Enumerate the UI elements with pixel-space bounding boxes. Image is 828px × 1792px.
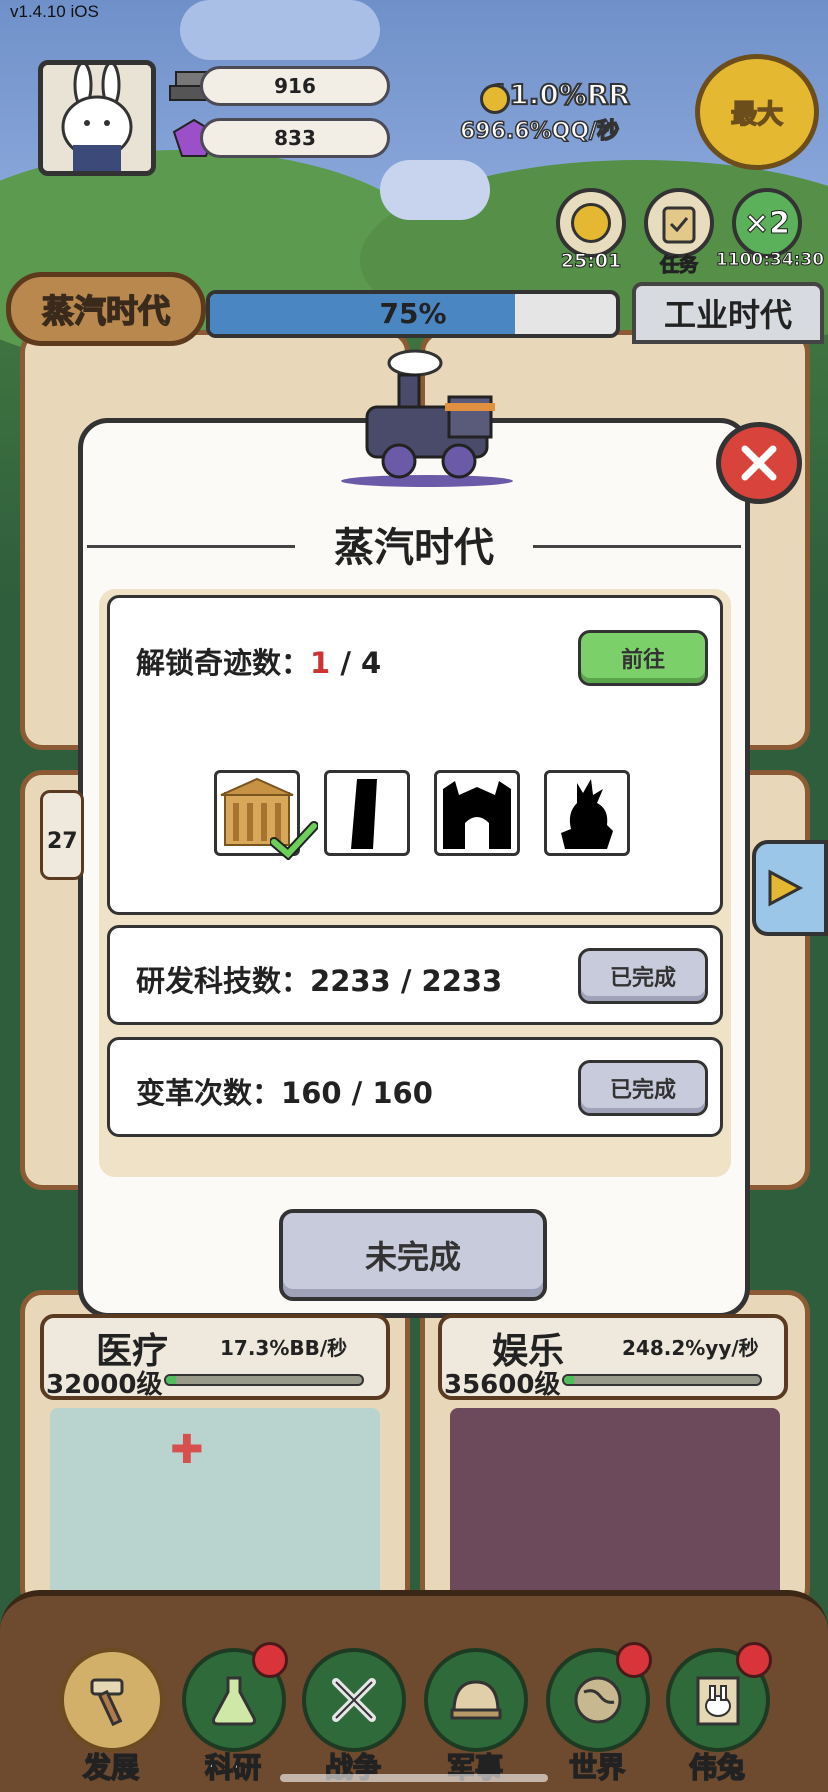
check-icon: [270, 821, 318, 860]
helmet-icon: [450, 1680, 502, 1720]
double-boost-icon: ×2: [743, 205, 790, 241]
boost-timer-label: 1100:34:30: [715, 250, 825, 271]
income-rate-block: 11.0%RR 696.6%QQ/秒: [459, 77, 650, 145]
task-label: 任务: [659, 254, 698, 277]
player-avatar[interactable]: [38, 60, 156, 176]
globe-icon: [574, 1676, 622, 1724]
portrait-icon: [696, 1676, 740, 1726]
nav-develop-label: 发展: [82, 1750, 140, 1785]
wonders-total: / 4: [340, 646, 382, 680]
entertainment-card[interactable]: 娱乐 248.2%yy/秒 35600级: [438, 1314, 788, 1400]
nav-develop[interactable]: 发展: [56, 1648, 166, 1788]
nav-develop-circle: [60, 1648, 164, 1752]
medical-rate: 17.3%BB/秒: [220, 1336, 348, 1360]
wonders-label: 解锁奇迹数：1 / 4: [136, 640, 381, 682]
home-indicator[interactable]: [280, 1774, 548, 1782]
medical-progress: [164, 1374, 364, 1386]
coin-timer-button[interactable]: [556, 188, 626, 258]
wonder-gate[interactable]: [434, 770, 520, 856]
nav-great-rabbit-label: 伟兔: [688, 1750, 746, 1785]
gem-counter: 833: [200, 118, 390, 158]
reform-row: 变革次数：160 / 160: [136, 1070, 433, 1112]
rabbit-avatar-icon: [43, 65, 151, 171]
nav-world-badge: [616, 1642, 652, 1678]
nav-military-circle: [424, 1648, 528, 1752]
modal-body: 解锁奇迹数：1 / 4 前往 研发科技数：2233 / 2233 已完成 变革次…: [99, 589, 731, 1177]
side-partial-label: 27: [40, 790, 84, 880]
steam-train-icon: [341, 349, 513, 487]
medical-progress-fill: [166, 1376, 176, 1384]
coin-icon: [480, 84, 510, 114]
clipboard-icon: [662, 206, 696, 244]
steel-counter: 916: [200, 66, 390, 106]
tech-value: 2233 / 2233: [310, 964, 503, 998]
nav-research-badge: [252, 1642, 288, 1678]
current-era-banner[interactable]: 蒸汽时代: [6, 272, 206, 346]
tech-label: 研发科技数：: [136, 964, 311, 998]
goto-button[interactable]: 前往: [578, 630, 708, 686]
statue-silhouette-icon: [561, 779, 613, 849]
tech-done-button[interactable]: 已完成: [578, 948, 708, 1004]
incomplete-button[interactable]: 未完成: [279, 1209, 547, 1301]
entertainment-progress-fill: [564, 1376, 574, 1384]
coin-icon: [571, 203, 611, 243]
tech-row: 研发科技数：2233 / 2233: [136, 958, 502, 1000]
modal-title: 蒸汽时代: [334, 525, 494, 571]
wonder-tower[interactable]: [324, 770, 410, 856]
tower-silhouette-icon: [351, 779, 377, 849]
reform-value: 160 / 160: [281, 1076, 433, 1110]
tech-panel: 研发科技数：2233 / 2233 已完成: [107, 925, 723, 1025]
medical-card[interactable]: 医疗 17.3%BB/秒 32000级: [40, 1314, 390, 1400]
gate-silhouette-icon: [443, 781, 511, 849]
rate-sub: 696.6%QQ/秒: [459, 118, 620, 145]
coin-timer-label: 25:01: [560, 250, 622, 273]
wonders-current: 1: [310, 646, 331, 680]
nav-great-rabbit[interactable]: 伟兔: [662, 1642, 772, 1788]
task-button[interactable]: [644, 188, 714, 258]
era-modal: 蒸汽时代 解锁奇迹数：1 / 4 前往 研发科技数：2233 / 2233 已完…: [78, 349, 750, 1318]
video-ad-button[interactable]: [752, 840, 828, 936]
double-boost-button[interactable]: ×2: [732, 188, 802, 258]
nav-war-circle: [302, 1648, 406, 1752]
close-button[interactable]: [716, 422, 802, 504]
play-icon: [768, 869, 804, 907]
max-button[interactable]: 最大: [695, 54, 819, 170]
wonders-label-text: 解锁奇迹数：: [136, 646, 311, 680]
reform-label: 变革次数：: [136, 1076, 282, 1110]
nav-world[interactable]: 世界: [542, 1642, 652, 1788]
wonder-statue[interactable]: [544, 770, 630, 856]
nav-research-label: 科研: [204, 1750, 262, 1785]
nav-military[interactable]: 军事: [420, 1648, 530, 1788]
reform-done-button[interactable]: 已完成: [578, 1060, 708, 1116]
close-icon: [741, 445, 777, 481]
nav-research[interactable]: 科研: [178, 1642, 288, 1788]
hammer-icon: [90, 1678, 124, 1727]
reform-panel: 变革次数：160 / 160 已完成: [107, 1037, 723, 1137]
version-label: v1.4.10 iOS: [10, 2, 99, 21]
flask-icon: [212, 1676, 256, 1726]
next-era-button[interactable]: 工业时代: [632, 282, 824, 344]
entertainment-level: 35600级: [444, 1370, 561, 1400]
entertainment-progress: [562, 1374, 762, 1386]
crossed-swords-icon: [332, 1678, 376, 1722]
title-divider-right: [533, 545, 741, 548]
nav-great-rabbit-badge: [736, 1642, 772, 1678]
entertainment-rate: 248.2%yy/秒: [622, 1336, 759, 1360]
medical-level: 32000级: [46, 1370, 163, 1400]
era-progress-text: 75%: [379, 297, 447, 330]
era-progress-bar: 75%: [206, 290, 620, 338]
nav-world-label: 世界: [568, 1750, 626, 1785]
bottom-nav: 发展 科研 战争 军事 世界 伟兔: [0, 1590, 828, 1792]
nav-war[interactable]: 战争: [298, 1648, 408, 1788]
wonders-panel: 解锁奇迹数：1 / 4 前往: [107, 595, 723, 915]
